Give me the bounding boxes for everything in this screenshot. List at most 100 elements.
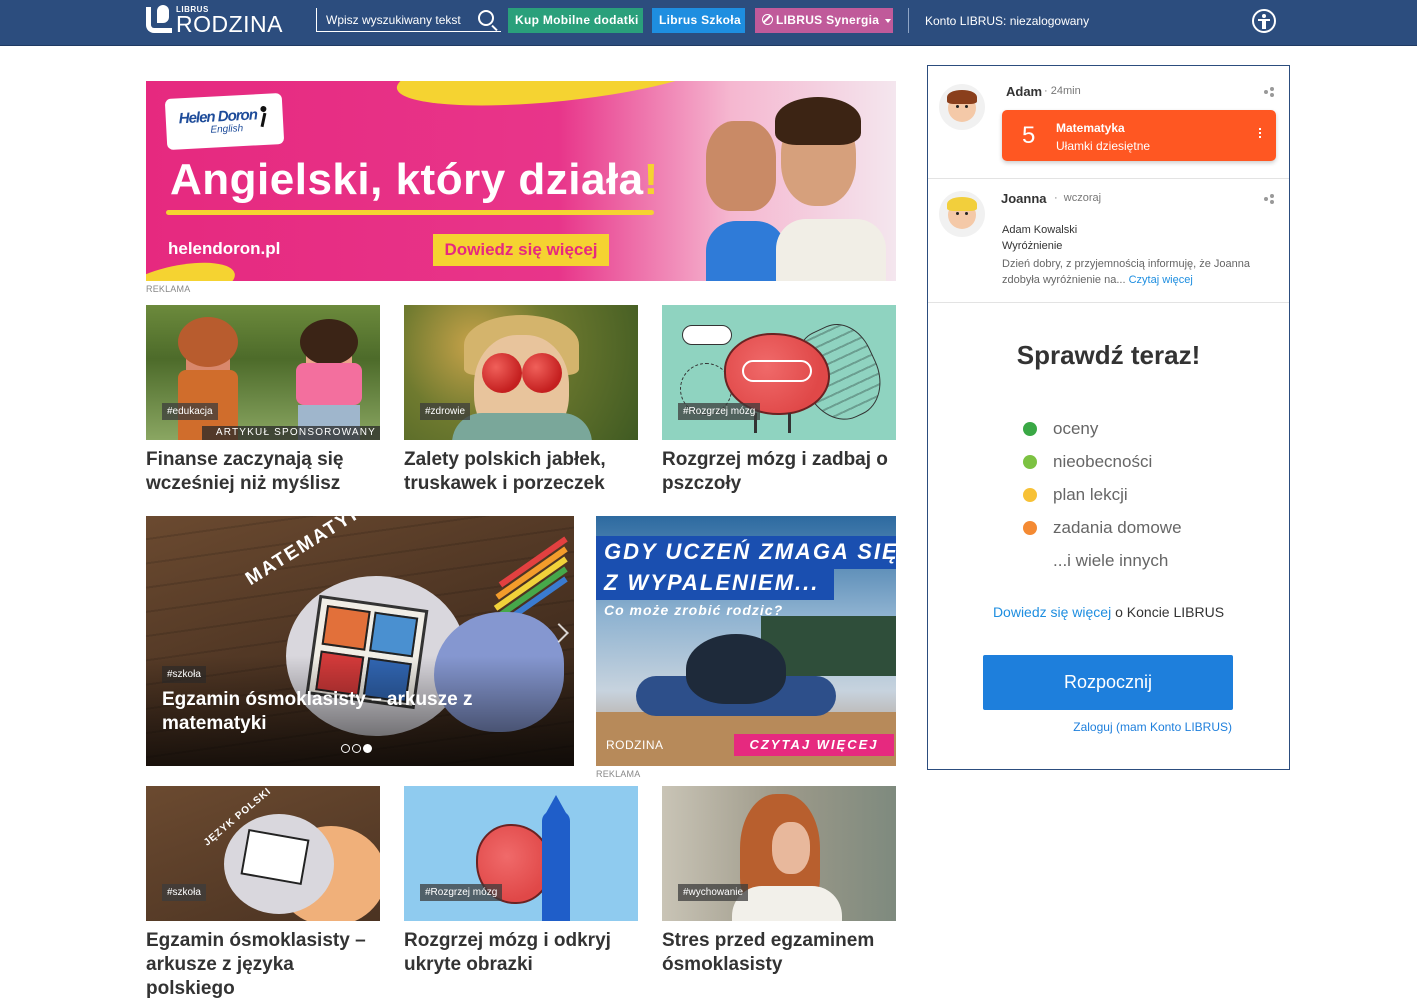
feature-label: nieobecności bbox=[1053, 452, 1153, 471]
banner-decoration bbox=[393, 81, 729, 119]
learn-more-link[interactable]: Dowiedz się więcej bbox=[993, 604, 1111, 620]
more-info-line: Dowiedz się więcej o Koncie LIBRUS bbox=[992, 604, 1225, 620]
banner-url: helendoron.pl bbox=[168, 239, 281, 258]
message-preview: Dzień dobry, z przyjemnością informuję, … bbox=[1002, 258, 1251, 286]
share-icon[interactable] bbox=[1264, 194, 1274, 204]
search-box bbox=[316, 8, 501, 32]
feature-label: zadania domowe bbox=[1053, 518, 1182, 537]
read-more-button[interactable]: CZYTAJ WIĘCEJ bbox=[734, 734, 894, 756]
check-now-heading: Sprawdź teraz! bbox=[1016, 340, 1201, 370]
feature-item: plan lekcji bbox=[1023, 483, 1223, 505]
avatar-boy bbox=[939, 84, 985, 130]
article-tag[interactable]: #zdrowie bbox=[420, 403, 471, 420]
ad-subheadline: Co może zrobić rodzic? bbox=[604, 602, 784, 618]
student-name: Adam bbox=[1006, 84, 1043, 99]
article-tag[interactable]: #szkoła bbox=[162, 884, 206, 901]
banner-cta-button[interactable]: Dowiedz się więcej bbox=[433, 234, 609, 266]
pencils-decoration bbox=[476, 526, 568, 627]
grade-topic: Ułamki dziesiętne bbox=[1056, 139, 1151, 153]
ad-logo: RODZINA bbox=[606, 738, 664, 752]
message-notification[interactable]: Joanna · wczoraj Adam Kowalski Wyróżnien… bbox=[928, 179, 1289, 303]
slider-dot[interactable] bbox=[341, 744, 350, 753]
slide-title[interactable]: Egzamin ósmoklasisty – arkusze z matemat… bbox=[162, 688, 502, 736]
logo-big-text: RODZINA bbox=[176, 11, 283, 37]
message-type: Wyróżnienie bbox=[1002, 240, 1063, 252]
burnout-article-ad[interactable]: GDY UCZEŃ ZMAGA SIĘ Z WYPALENIEM... Co m… bbox=[596, 516, 896, 766]
avatar-girl bbox=[939, 191, 985, 237]
brand-sub: English bbox=[210, 123, 244, 136]
feature-item: oceny bbox=[1023, 417, 1223, 439]
article-title[interactable]: Zalety polskich jabłek, truskawek i porz… bbox=[404, 448, 638, 496]
article-card[interactable]: #wychowanie Stres przed egzaminem ósmokl… bbox=[662, 786, 896, 977]
synergia-icon bbox=[762, 14, 773, 25]
grade-subject: Matematyka bbox=[1056, 121, 1125, 135]
feature-item: ...i wiele innych bbox=[1023, 549, 1223, 571]
headline-exclamation: ! bbox=[643, 155, 659, 204]
librus-account-promo: Adam · 24min 5 Matematyka Ułamki dziesię… bbox=[927, 65, 1290, 770]
walking-figure-icon bbox=[255, 106, 270, 129]
search-input[interactable] bbox=[317, 8, 472, 31]
mobile-addons-button[interactable]: Kup Mobilne dodatki bbox=[508, 8, 643, 33]
article-thumbnail[interactable]: #Rozgrzej mózg bbox=[662, 305, 896, 440]
read-more-link[interactable]: Czytaj więcej bbox=[1129, 274, 1193, 286]
message-sender: Adam Kowalski bbox=[1002, 224, 1078, 236]
slider-dots bbox=[341, 740, 374, 758]
login-link[interactable]: Zaloguj (mam Konto LIBRUS) bbox=[1073, 720, 1232, 734]
ad-headline-line1: GDY UCZEŃ ZMAGA SIĘ bbox=[604, 539, 896, 564]
share-icon[interactable] bbox=[1264, 87, 1274, 97]
article-thumbnail[interactable]: #edukacja ARTYKUŁ SPONSOROWANY bbox=[146, 305, 380, 440]
article-card[interactable]: JĘZYK POLSKI #szkoła Egzamin ósmoklasist… bbox=[146, 786, 380, 1001]
chevron-down-icon bbox=[885, 18, 892, 23]
grade-notification[interactable]: Adam · 24min 5 Matematyka Ułamki dziesię… bbox=[928, 66, 1289, 179]
notification-time: · wczoraj bbox=[1054, 192, 1102, 204]
featured-slider[interactable]: MATEMATYKA #szkoła Egzamin ósmoklasisty … bbox=[146, 516, 574, 766]
accessibility-icon[interactable] bbox=[1252, 9, 1276, 33]
article-card[interactable]: #Rozgrzej mózg Rozgrzej mózg i odkryj uk… bbox=[404, 786, 638, 977]
article-thumbnail[interactable]: #zdrowie bbox=[404, 305, 638, 440]
article-title[interactable]: Rozgrzej mózg i odkryj ukryte obrazki bbox=[404, 929, 638, 977]
bullet-icon bbox=[1023, 521, 1037, 535]
article-title[interactable]: Rozgrzej mózg i zadbaj o pszczoły bbox=[662, 448, 896, 496]
bullet-icon bbox=[1023, 488, 1037, 502]
article-tag[interactable]: #wychowanie bbox=[678, 884, 749, 901]
slider-dot[interactable] bbox=[352, 744, 361, 753]
ad-label: REKLAMA bbox=[146, 284, 191, 294]
notification-time: · 24min bbox=[1044, 85, 1081, 97]
article-tag[interactable]: #Rozgrzej mózg bbox=[678, 403, 761, 420]
helen-doron-logo: Helen Doron English bbox=[164, 92, 285, 151]
ad-headline-line2: Z WYPALENIEM... bbox=[604, 570, 820, 595]
banner-headline: Angielski, który działa! bbox=[170, 155, 659, 204]
article-card[interactable]: #zdrowie Zalety polskich jabłek, truskaw… bbox=[404, 305, 638, 496]
article-card[interactable]: #edukacja ARTYKUŁ SPONSOROWANY Finanse z… bbox=[146, 305, 380, 496]
article-thumbnail[interactable]: #Rozgrzej mózg bbox=[404, 786, 638, 921]
headline-underline bbox=[166, 210, 654, 215]
feature-item: nieobecności bbox=[1023, 450, 1223, 472]
more-options-icon[interactable] bbox=[1259, 128, 1262, 142]
slider-dot-active[interactable] bbox=[363, 744, 372, 753]
article-thumbnail[interactable]: #wychowanie bbox=[662, 786, 896, 921]
ad-label: REKLAMA bbox=[596, 769, 641, 779]
librus-synergia-dropdown[interactable]: LIBRUS Synergia bbox=[755, 8, 893, 33]
article-thumbnail[interactable]: JĘZYK POLSKI #szkoła bbox=[146, 786, 380, 921]
article-card[interactable]: #Rozgrzej mózg Rozgrzej mózg i zadbaj o … bbox=[662, 305, 896, 496]
account-status[interactable]: Konto LIBRUS: niezalogowany bbox=[925, 14, 1089, 28]
librus-logo-icon bbox=[146, 5, 172, 33]
feature-label: ...i wiele innych bbox=[1053, 551, 1169, 570]
article-tag[interactable]: #Rozgrzej mózg bbox=[420, 884, 503, 901]
feature-label: oceny bbox=[1053, 419, 1099, 438]
grade-card[interactable]: 5 Matematyka Ułamki dziesiętne bbox=[1002, 110, 1276, 161]
slide-tag[interactable]: #szkoła bbox=[162, 666, 206, 683]
article-title[interactable]: Finanse zaczynają się wcześniej niż myśl… bbox=[146, 448, 380, 496]
article-tag[interactable]: #edukacja bbox=[162, 403, 218, 420]
top-navigation-bar: LIBRUS RODZINA Kup Mobilne dodatki Libru… bbox=[0, 0, 1417, 46]
librus-szkola-button[interactable]: Librus Szkoła bbox=[652, 8, 745, 33]
header-divider bbox=[908, 8, 909, 33]
start-button[interactable]: Rozpocznij bbox=[983, 655, 1233, 710]
helen-doron-banner-ad[interactable]: Helen Doron English Angielski, który dzi… bbox=[146, 81, 896, 281]
bullet-icon bbox=[1023, 422, 1037, 436]
student-name: Joanna bbox=[1001, 191, 1047, 206]
search-icon[interactable] bbox=[478, 10, 494, 26]
librus-rodzina-logo[interactable]: LIBRUS RODZINA bbox=[146, 5, 283, 37]
article-title[interactable]: Stres przed egzaminem ósmoklasisty bbox=[662, 929, 896, 977]
article-title[interactable]: Egzamin ósmoklasisty – arkusze z języka … bbox=[146, 929, 380, 1001]
